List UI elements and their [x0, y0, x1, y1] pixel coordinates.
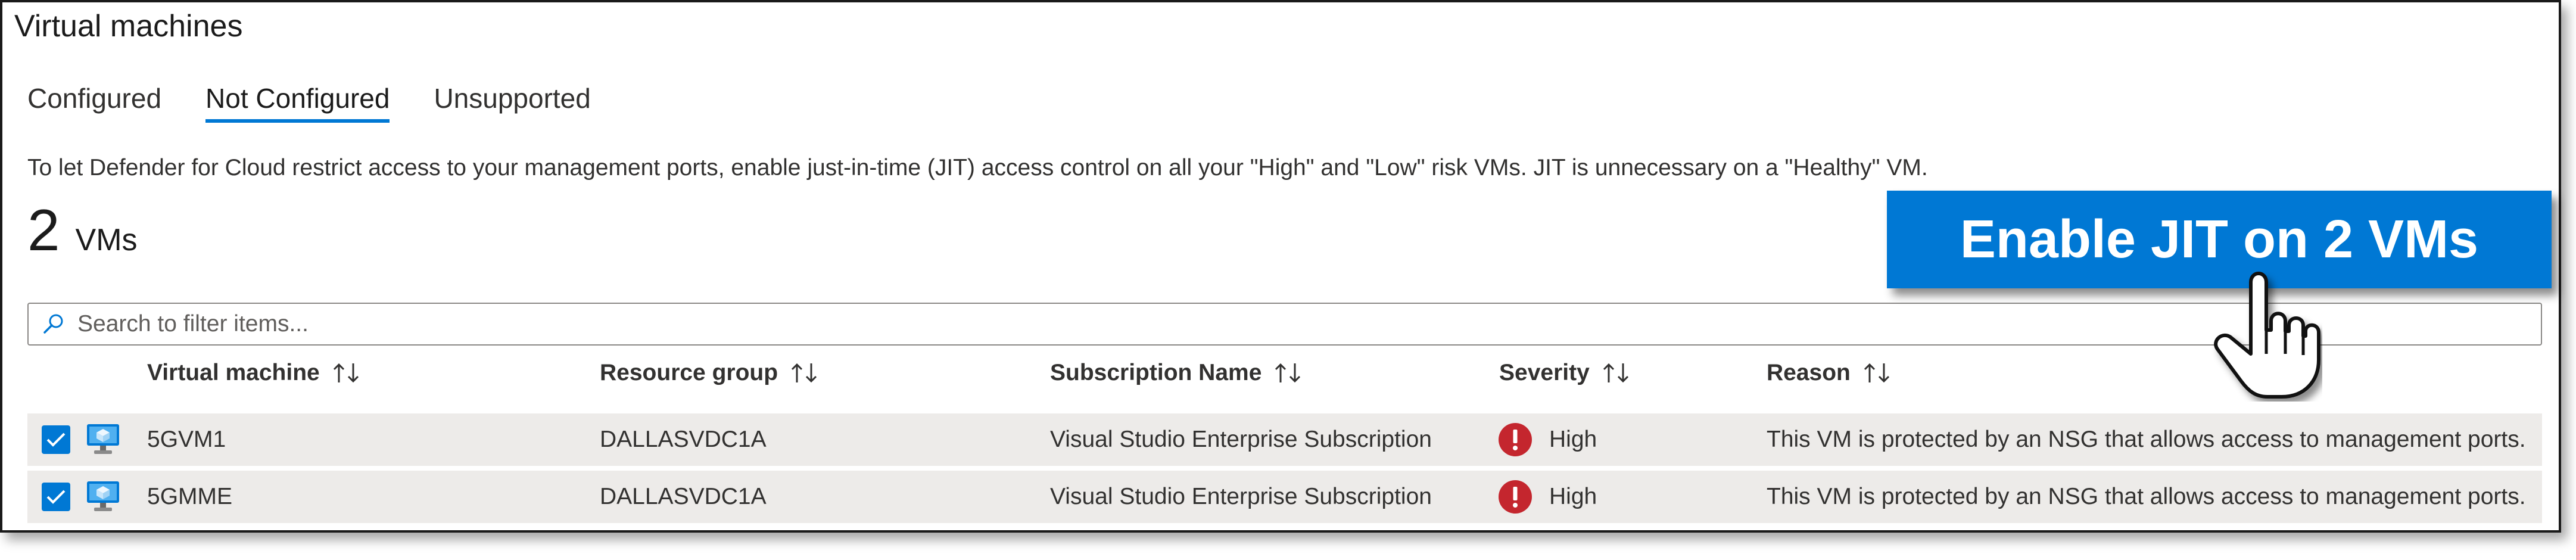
sort-icon [1603, 363, 1628, 383]
column-label: Severity [1499, 360, 1590, 385]
vm-count-unit: VMs [75, 223, 138, 257]
resource-group: DALLASVDC1A [600, 427, 767, 452]
tab-not-configured[interactable]: Not Configured [205, 82, 390, 123]
column-label: Reason [1767, 360, 1851, 385]
check-icon [46, 490, 66, 504]
search-icon [43, 314, 63, 334]
sort-icon [792, 363, 817, 383]
resource-group: DALLASVDC1A [600, 484, 767, 509]
tab-configured[interactable]: Configured [27, 82, 161, 123]
virtual-machines-panel: Virtual machines Configured Not Configur… [0, 0, 2561, 533]
tab-bar: Configured Not Configured Unsupported [27, 82, 635, 123]
subscription-name: Visual Studio Enterprise Subscription [1050, 484, 1432, 509]
virtual-machine-icon [87, 481, 119, 511]
error-icon [1499, 423, 1532, 456]
error-icon [1499, 480, 1532, 514]
column-header-subscription-name[interactable]: Subscription Name [1050, 360, 1304, 386]
severity: High [1498, 471, 1597, 523]
severity-label: High [1549, 484, 1597, 509]
column-label: Resource group [600, 360, 778, 385]
reason: This VM is protected by an NSG that allo… [1767, 484, 2526, 509]
search-input[interactable] [76, 310, 2541, 338]
severity: High [1498, 413, 1597, 466]
row-checkbox[interactable] [42, 483, 70, 511]
table-row[interactable]: 5GVM1 DALLASVDC1A Visual Studio Enterpri… [27, 413, 2542, 466]
vm-count-number: 2 [27, 197, 60, 263]
virtual-machine-icon [87, 424, 119, 454]
column-header-severity[interactable]: Severity [1499, 360, 1633, 386]
page-title: Virtual machines [14, 9, 243, 43]
column-header-resource-group[interactable]: Resource group [600, 360, 821, 386]
column-label: Virtual machine [147, 360, 320, 385]
table-row[interactable]: 5GMME DALLASVDC1A Visual Studio Enterpri… [27, 471, 2542, 523]
sort-icon [1275, 363, 1301, 383]
vm-count: 2 VMs [27, 197, 138, 264]
row-checkbox[interactable] [42, 425, 70, 454]
column-header-reason[interactable]: Reason [1767, 360, 1893, 386]
column-label: Subscription Name [1050, 360, 1262, 385]
sort-icon [333, 363, 359, 383]
vm-name[interactable]: 5GVM1 [147, 413, 226, 466]
reason: This VM is protected by an NSG that allo… [1767, 427, 2526, 452]
check-icon [46, 433, 66, 447]
column-header-virtual-machine[interactable]: Virtual machine [147, 360, 363, 386]
vm-name[interactable]: 5GMME [147, 471, 232, 523]
search-box[interactable] [27, 303, 2542, 346]
info-text: To let Defender for Cloud restrict acces… [27, 155, 1928, 181]
subscription-name: Visual Studio Enterprise Subscription [1050, 427, 1432, 452]
sort-icon [1864, 363, 1889, 383]
severity-label: High [1549, 427, 1597, 452]
table-header: Virtual machine Resource group Subscript… [2, 360, 2563, 396]
tab-unsupported[interactable]: Unsupported [434, 82, 590, 123]
hand-pointer-icon [2214, 272, 2320, 399]
